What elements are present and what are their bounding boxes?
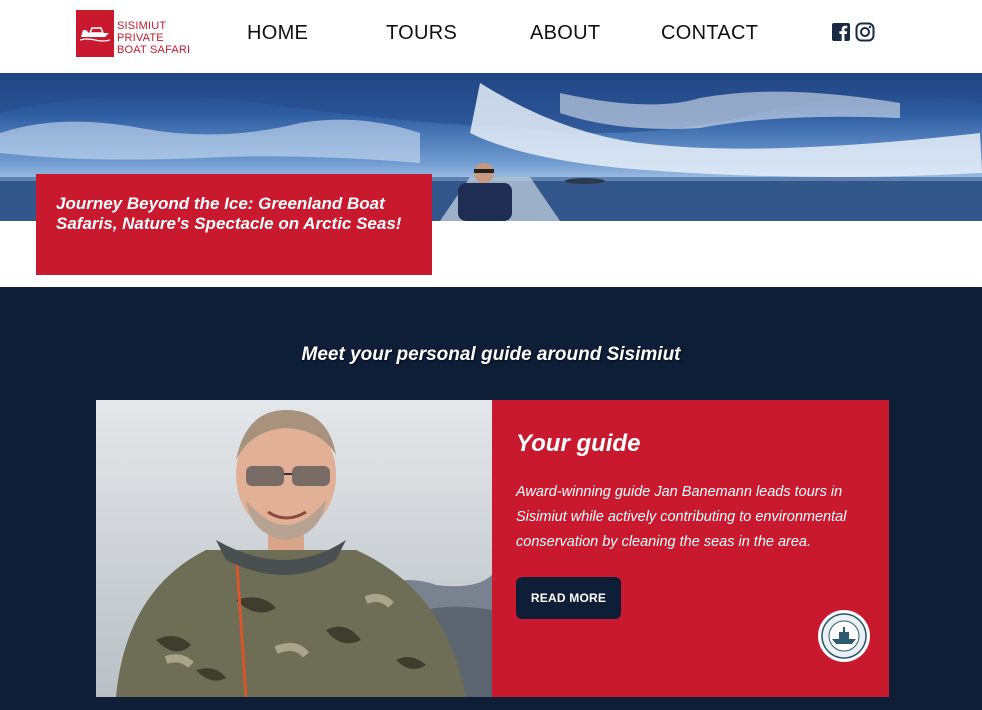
section-title: Meet your personal guide around Sisimiut	[301, 344, 681, 365]
guide-photo	[96, 400, 492, 697]
facebook-icon[interactable]	[831, 22, 851, 42]
guide-description: Award-winning guide Jan Banemann leads t…	[516, 484, 847, 550]
site-header: SISIMIUT PRIVATE BOAT SAFARI HOME TOURS …	[0, 0, 982, 73]
read-more-button[interactable]: READ MORE	[516, 577, 621, 619]
guide-card-title: Your guide	[516, 430, 641, 457]
nav-tours[interactable]: TOURS	[386, 22, 457, 45]
nav-contact[interactable]: CONTACT	[661, 22, 758, 45]
social-links	[831, 22, 875, 42]
guide-section: Meet your personal guide around Sisimiut	[0, 287, 982, 710]
nav-home[interactable]: HOME	[247, 22, 308, 45]
instagram-icon[interactable]	[855, 22, 875, 42]
hero-headline: Journey Beyond the Ice: Greenland Boat S…	[56, 194, 402, 233]
hero-headline-card: Journey Beyond the Ice: Greenland Boat S…	[36, 174, 432, 275]
nav-about[interactable]: ABOUT	[530, 22, 600, 45]
guide-card: Your guide Award-winning guide Jan Banem…	[492, 400, 889, 697]
award-badge-icon	[817, 609, 871, 663]
